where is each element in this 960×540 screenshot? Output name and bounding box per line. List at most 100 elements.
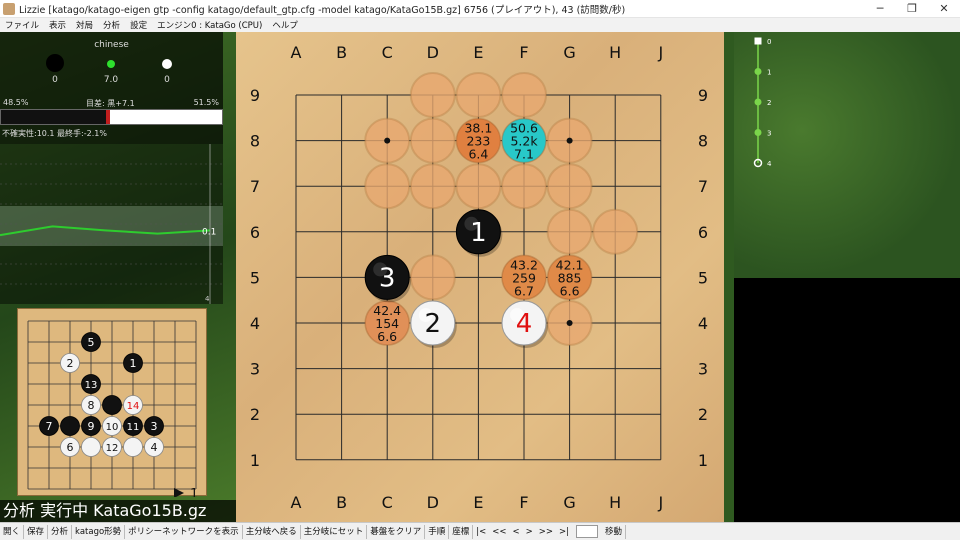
variation-tree[interactable]: 0 1 2 3 4 bbox=[752, 34, 812, 174]
row-label-right: 9 bbox=[698, 86, 708, 105]
board-svg: AABBCCDDEEFFGGHHJJ9 98 87 76 65 54 43 32 21 138.1… bbox=[250, 43, 708, 512]
set-main-branch-button[interactable]: 主分岐にセット bbox=[301, 524, 368, 539]
maximize-button[interactable]: ❐ bbox=[896, 0, 928, 18]
candidate-stat-text: 6.4 bbox=[468, 147, 488, 162]
move-number-input[interactable] bbox=[576, 525, 599, 538]
back-ten-button[interactable]: << bbox=[489, 525, 509, 539]
black-winrate: 48.5% bbox=[3, 98, 29, 107]
winrate-graph: 0.1 4 bbox=[0, 144, 223, 304]
go-board[interactable]: A A B B C C D D E E F F G G H H J J 9 9 8 8 7 7 6 6 5 5 4 4 3 3 2 2 1 1 38.1… bbox=[236, 32, 724, 522]
mini-stone-number: 1 bbox=[130, 357, 137, 370]
mini-stone-number: 13 bbox=[85, 380, 98, 391]
menu-help[interactable]: ヘルプ bbox=[267, 19, 303, 31]
policy-hint-circle bbox=[592, 208, 639, 255]
column-label-bottom: G bbox=[563, 493, 575, 512]
minimize-button[interactable]: ─ bbox=[864, 0, 896, 18]
menu-analysis[interactable]: 分析 bbox=[98, 19, 125, 31]
clear-board-button[interactable]: 碁盤をクリア bbox=[367, 524, 426, 539]
app-icon bbox=[3, 2, 15, 15]
tree-node-label: 0 bbox=[767, 38, 771, 46]
mini-stone-number: 3 bbox=[151, 420, 158, 433]
coordinates-button[interactable]: 座標 bbox=[449, 524, 474, 539]
policy-hint-circle bbox=[455, 163, 502, 210]
policy-hint-circle bbox=[409, 254, 456, 301]
tree-node-label: 4 bbox=[767, 160, 772, 168]
policy-hint-circle bbox=[501, 72, 547, 118]
star-point bbox=[566, 137, 573, 144]
row-label-right: 5 bbox=[698, 268, 708, 287]
row-label-right: 7 bbox=[698, 177, 708, 196]
menu-engine[interactable]: エンジン0 : KataGo (CPU) bbox=[152, 19, 267, 31]
column-label-bottom: C bbox=[382, 493, 393, 512]
row-label-left: 7 bbox=[250, 177, 260, 196]
forward-one-button[interactable]: > bbox=[523, 525, 536, 539]
candidate-stat-text: 6.7 bbox=[514, 283, 534, 298]
analyze-button[interactable]: 分析 bbox=[48, 524, 73, 539]
mini-move-indicator: 1 bbox=[190, 487, 198, 497]
mini-stone-number: 12 bbox=[106, 443, 119, 454]
row-label-left: 6 bbox=[250, 223, 260, 242]
tree-node bbox=[754, 68, 762, 75]
mini-stone-number: 10 bbox=[106, 422, 119, 433]
mini-stone-number: 2 bbox=[67, 357, 74, 370]
column-label-bottom: J bbox=[657, 493, 663, 512]
tree-node-label: 3 bbox=[767, 130, 771, 138]
row-label-left: 5 bbox=[250, 268, 260, 287]
row-label-right: 8 bbox=[698, 132, 708, 151]
katago-estimate-button[interactable]: katago形勢 bbox=[72, 524, 126, 539]
policy-network-button[interactable]: ポリシーネットワークを表示 bbox=[125, 524, 243, 539]
white-winrate: 51.5% bbox=[193, 98, 219, 107]
column-label-top: B bbox=[336, 43, 347, 62]
back-to-main-branch-button[interactable]: 主分岐へ戻る bbox=[243, 524, 301, 539]
column-label-bottom: E bbox=[473, 493, 483, 512]
mini-stone-number: 14 bbox=[127, 401, 140, 412]
stone-move-number: 2 bbox=[425, 309, 442, 339]
policy-hint-circle bbox=[546, 163, 593, 210]
row-label-right: 1 bbox=[698, 451, 708, 470]
mini-board[interactable]: 5 2 1 13 8 14 7 9 10 11 3 6 12 4 1 bbox=[17, 308, 207, 502]
last-move-button[interactable]: >| bbox=[556, 525, 572, 539]
first-move-button[interactable]: |< bbox=[473, 525, 489, 539]
policy-hint-circle bbox=[409, 163, 456, 210]
title-bar: Lizzie [katago/katago-eigen gtp -config … bbox=[0, 0, 960, 18]
mini-stone-number: 11 bbox=[127, 422, 140, 433]
window-title: Lizzie [katago/katago-eigen gtp -config … bbox=[19, 4, 626, 16]
komi-dot bbox=[107, 60, 115, 68]
save-button[interactable]: 保存 bbox=[24, 524, 49, 539]
row-label-right: 4 bbox=[698, 314, 708, 333]
row-label-right: 2 bbox=[698, 405, 708, 424]
open-button[interactable]: 開く bbox=[0, 524, 25, 539]
menu-bar: ファイル 表示 対局 分析 設定 エンジン0 : KataGo (CPU) ヘル… bbox=[0, 18, 960, 32]
move-number-button[interactable]: 手順 bbox=[425, 524, 450, 539]
menu-file[interactable]: ファイル bbox=[0, 19, 44, 31]
column-label-bottom: A bbox=[291, 493, 302, 512]
column-label-top: A bbox=[291, 43, 302, 62]
graph-fog bbox=[0, 206, 223, 246]
column-label-top: E bbox=[473, 43, 483, 62]
policy-hint-circle bbox=[546, 208, 593, 255]
white-capture-stone bbox=[162, 59, 172, 69]
menu-settings[interactable]: 設定 bbox=[125, 19, 152, 31]
mini-stone-number: 4 bbox=[151, 441, 158, 454]
stone-move-number: 4 bbox=[516, 309, 533, 339]
column-label-top: D bbox=[427, 43, 439, 62]
close-button[interactable]: ✕ bbox=[928, 0, 960, 18]
row-label-left: 1 bbox=[250, 451, 260, 470]
forward-ten-button[interactable]: >> bbox=[536, 525, 556, 539]
winrate-marker bbox=[106, 110, 111, 124]
menu-view[interactable]: 表示 bbox=[44, 19, 71, 31]
policy-hint-circle bbox=[364, 163, 411, 210]
mini-white-stone bbox=[123, 437, 143, 457]
column-label-bottom: H bbox=[609, 493, 621, 512]
black-capture-stone bbox=[46, 54, 64, 72]
mini-stone-number: 5 bbox=[88, 336, 95, 349]
row-label-left: 8 bbox=[250, 132, 260, 151]
column-label-top: J bbox=[657, 43, 663, 62]
tree-node-label: 1 bbox=[767, 69, 771, 77]
back-one-button[interactable]: < bbox=[510, 525, 523, 539]
menu-game[interactable]: 対局 bbox=[71, 19, 98, 31]
policy-hint-circle bbox=[501, 163, 547, 210]
comment-panel bbox=[734, 278, 960, 522]
go-to-move-button[interactable]: 移動 bbox=[602, 524, 627, 539]
column-label-bottom: B bbox=[336, 493, 347, 512]
